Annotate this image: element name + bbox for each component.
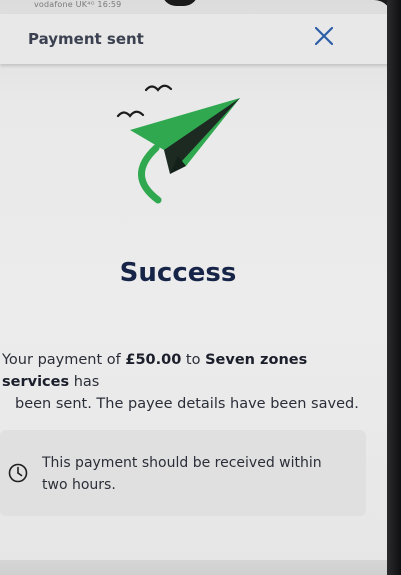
status-bar: vodafone UK⁴ᴳ 16:59 (34, 0, 122, 9)
success-heading: Success (119, 258, 237, 288)
message-text: Your payment of (2, 352, 126, 368)
header-bar: Payment sent (0, 14, 392, 64)
message-text: has (69, 374, 100, 390)
message-line-2: been sent. The payee details have been s… (15, 396, 359, 412)
device-bezel (387, 0, 401, 575)
bird-icon (144, 84, 173, 92)
clock-icon (8, 463, 28, 483)
close-icon (314, 26, 334, 46)
trail-icon (138, 144, 162, 204)
info-text: This payment should be received within t… (42, 452, 352, 496)
bottom-edge (0, 560, 392, 575)
camera-notch (162, 0, 198, 6)
paper-plane-illustration (116, 84, 240, 204)
payment-message: Your payment of £50.00 to Seven zones se… (2, 349, 372, 415)
app-screen: vodafone UK⁴ᴳ 16:59 Payment sent Success… (0, 0, 392, 575)
bird-icon (116, 110, 145, 118)
info-line-1: This payment should be received within (42, 455, 322, 471)
info-line-2: two hours. (42, 477, 116, 493)
info-box: This payment should be received within t… (0, 430, 366, 516)
message-text: to (181, 352, 206, 368)
page-title: Payment sent (28, 30, 144, 48)
close-button[interactable] (310, 22, 338, 50)
payment-amount: £50.00 (125, 352, 182, 368)
